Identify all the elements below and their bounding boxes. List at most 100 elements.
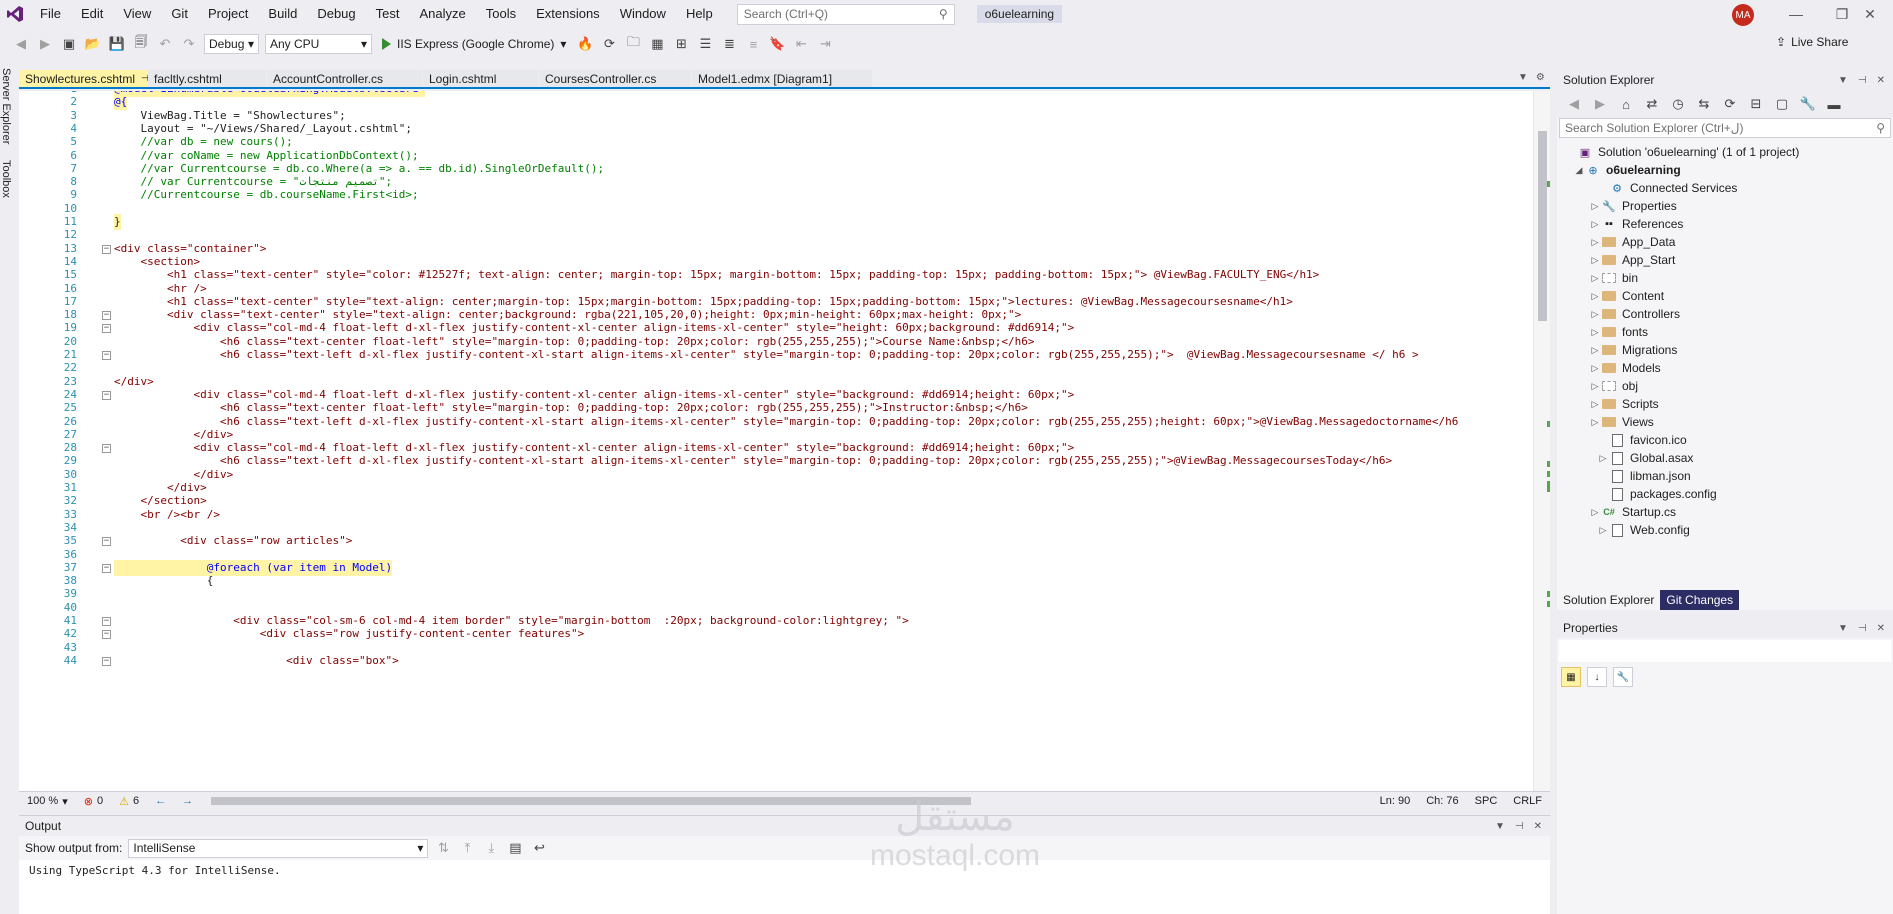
chevron-down-icon[interactable]: ▼: [1495, 821, 1505, 832]
sync-icon[interactable]: ⇆: [1695, 95, 1713, 113]
output-source-select[interactable]: IntelliSense ▾: [128, 838, 429, 858]
live-share-button[interactable]: ⇪ Live Share: [1776, 35, 1848, 49]
tree-item[interactable]: libman.json: [1597, 467, 1691, 485]
tab-solution-explorer[interactable]: Solution Explorer: [1557, 590, 1661, 610]
wrench-icon[interactable]: 🔧: [1799, 95, 1817, 113]
refresh-icon[interactable]: ⟳: [600, 35, 618, 53]
collapse-icon[interactable]: −: [102, 656, 111, 666]
open-icon[interactable]: 📂: [84, 35, 102, 53]
tree-item[interactable]: ◢ ⊕ o6uelearning: [1573, 161, 1681, 179]
forward-icon[interactable]: ▶: [36, 35, 54, 53]
toolbox-tab[interactable]: Toolbox: [0, 156, 12, 202]
menu-tools[interactable]: Tools: [476, 0, 526, 28]
tree-item[interactable]: ▷ Scripts: [1589, 395, 1659, 413]
expand-icon[interactable]: ▷: [1589, 309, 1601, 320]
new-project-icon[interactable]: ▣: [60, 35, 78, 53]
tab-git-changes[interactable]: Git Changes: [1660, 590, 1740, 610]
menu-analyze[interactable]: Analyze: [409, 0, 475, 28]
home-icon[interactable]: ⌂: [1617, 95, 1635, 113]
code-editor[interactable]: 1@model IEnumerable<o6uelearning.Models.…: [19, 91, 1550, 791]
hot-reload-icon[interactable]: 🔥: [576, 35, 594, 53]
editor-tab[interactable]: Model1.edmx [Diagram1]: [692, 70, 872, 87]
configuration-select[interactable]: Debug ▾: [204, 34, 259, 54]
pending-changes-icon[interactable]: ◷: [1669, 95, 1687, 113]
expand-icon[interactable]: ▷: [1589, 291, 1601, 302]
menu-window[interactable]: Window: [610, 0, 676, 28]
tree-item[interactable]: ▷ Controllers: [1589, 305, 1681, 323]
tree-item[interactable]: ▷ obj: [1589, 377, 1638, 395]
solution-search-input[interactable]: Search Solution Explorer (Ctrl+ل) ⚲: [1559, 118, 1891, 138]
chevron-down-icon[interactable]: ▼: [1838, 623, 1848, 634]
categorized-icon[interactable]: ▦: [1561, 667, 1581, 687]
prev-message-icon[interactable]: ⤒: [458, 839, 476, 857]
find-message-icon[interactable]: ⇅: [434, 839, 452, 857]
menu-debug[interactable]: Debug: [307, 0, 365, 28]
tree-item[interactable]: packages.config: [1597, 485, 1717, 503]
property-pages-icon[interactable]: 🔧: [1613, 667, 1633, 687]
chevron-down-icon[interactable]: ▼: [1838, 75, 1848, 86]
expand-icon[interactable]: ▷: [1589, 219, 1601, 230]
menu-project[interactable]: Project: [198, 0, 258, 28]
menu-git[interactable]: Git: [161, 0, 198, 28]
whitespace-indicator[interactable]: SPC: [1467, 795, 1506, 807]
tree-item[interactable]: ▷ App_Data: [1589, 233, 1676, 251]
close-icon[interactable]: ✕: [1877, 75, 1885, 86]
bookmark-icon[interactable]: 🔖: [768, 35, 786, 53]
comment-icon[interactable]: ≣: [720, 35, 738, 53]
menu-edit[interactable]: Edit: [71, 0, 113, 28]
pin-icon[interactable]: ⊣: [1515, 821, 1524, 832]
expand-icon[interactable]: ▷: [1589, 273, 1601, 284]
uncomment-icon[interactable]: ≡: [744, 35, 762, 53]
collapse-icon[interactable]: −: [102, 244, 111, 254]
expand-icon[interactable]: ▷: [1589, 345, 1601, 356]
tree-item[interactable]: ▷ Models: [1589, 359, 1661, 377]
properties-object-select[interactable]: [1559, 640, 1891, 662]
undo-icon[interactable]: ↶: [156, 35, 174, 53]
back-icon[interactable]: ◀: [12, 35, 30, 53]
redo-icon[interactable]: ↷: [180, 35, 198, 53]
expand-icon[interactable]: ▷: [1589, 201, 1601, 212]
editor-tab[interactable]: Login.cshtml: [423, 70, 538, 87]
expand-icon[interactable]: ▷: [1589, 255, 1601, 266]
tree-item[interactable]: ▷ Web.config: [1597, 521, 1690, 539]
preview-icon[interactable]: ▬: [1825, 95, 1843, 113]
close-icon[interactable]: ✕: [1534, 821, 1542, 832]
expand-icon[interactable]: ▷: [1589, 507, 1601, 518]
expand-icon[interactable]: ▷: [1589, 399, 1601, 410]
collapse-icon[interactable]: −: [102, 324, 111, 334]
expand-icon[interactable]: ▷: [1589, 417, 1601, 428]
errors-indicator[interactable]: ⊗ 0: [76, 795, 111, 808]
minimize-icon[interactable]: —: [1773, 0, 1819, 28]
align-icon[interactable]: ☰: [696, 35, 714, 53]
tree-item[interactable]: ▷ fonts: [1589, 323, 1648, 341]
save-icon[interactable]: 💾: [108, 35, 126, 53]
chevron-down-icon[interactable]: ▼: [1518, 72, 1528, 83]
tree-item[interactable]: ▷ Views: [1589, 413, 1654, 431]
refresh-icon[interactable]: ⟳: [1721, 95, 1739, 113]
expand-icon[interactable]: ▷: [1597, 453, 1609, 464]
expand-icon[interactable]: ▷: [1589, 363, 1601, 374]
tree-item[interactable]: ▷ 🔧 Properties: [1589, 197, 1677, 215]
gear-icon[interactable]: ⚙: [1536, 72, 1545, 83]
tree-item[interactable]: ▷ bin: [1589, 269, 1638, 287]
avatar[interactable]: MA: [1732, 4, 1754, 26]
expand-icon[interactable]: ▷: [1589, 237, 1601, 248]
screenshot-icon[interactable]: ▦: [648, 35, 666, 53]
expand-icon[interactable]: ▷: [1589, 381, 1601, 392]
collapse-icon[interactable]: −: [102, 444, 111, 454]
clear-all-icon[interactable]: ▤: [506, 839, 524, 857]
tree-item[interactable]: ▷ Content: [1589, 287, 1665, 305]
menu-test[interactable]: Test: [366, 0, 410, 28]
editor-tab[interactable]: facltly.cshtml: [148, 70, 266, 87]
nav-back-icon[interactable]: ←: [147, 795, 174, 807]
collapse-icon[interactable]: −: [102, 351, 111, 360]
tree-item[interactable]: ▷ Migrations: [1589, 341, 1678, 359]
next-bookmark-icon[interactable]: ⇥: [816, 35, 834, 53]
tree-item[interactable]: favicon.ico: [1597, 431, 1687, 449]
tree-item[interactable]: ▷ C# Startup.cs: [1589, 503, 1677, 521]
menu-extensions[interactable]: Extensions: [526, 0, 610, 28]
forward-icon[interactable]: ▶: [1591, 95, 1609, 113]
collapse-icon[interactable]: −: [102, 617, 111, 626]
collapse-all-icon[interactable]: ⊟: [1747, 95, 1765, 113]
expand-icon[interactable]: ◢: [1573, 165, 1585, 176]
